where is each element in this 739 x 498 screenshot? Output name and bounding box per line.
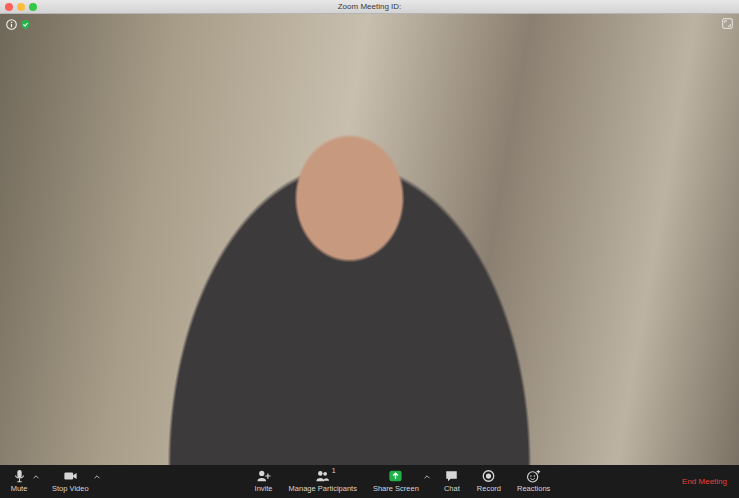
record-button[interactable]: Record (473, 466, 505, 496)
button-label: Reactions (517, 485, 550, 493)
zoom-window: Zoom Meeting ID: Mute Stop Video Invite 1 Man… (0, 0, 739, 498)
menu-chevron-icon[interactable] (32, 473, 40, 481)
button-label: Record (477, 485, 501, 493)
invite-icon (256, 469, 271, 483)
toolbar-group: Invite (251, 466, 277, 496)
meeting-controls: Invite 1 Manage Participants Share Screen Ch… (251, 466, 555, 496)
toolbar-group: Share Screen (369, 466, 431, 496)
end-meeting-button[interactable]: End Meeting (676, 472, 733, 492)
toolbar-group: Stop Video (48, 466, 101, 496)
close-button[interactable] (5, 3, 13, 11)
meeting-toolbar: Mute Stop Video Invite 1 Manage Participants… (0, 465, 739, 498)
participants-button[interactable]: 1 Manage Participants (285, 466, 361, 496)
video-camera-icon (63, 469, 78, 483)
button-label: Mute (11, 485, 28, 493)
video-camera-button[interactable]: Stop Video (48, 466, 93, 496)
participant-count: 1 (332, 467, 336, 475)
button-label: Chat (444, 485, 460, 493)
microphone-icon (12, 469, 27, 483)
menu-chevron-icon[interactable] (93, 473, 101, 481)
window-controls (5, 3, 37, 11)
info-icon[interactable] (6, 19, 17, 30)
minimize-button[interactable] (17, 3, 25, 11)
fullscreen-icon[interactable] (722, 18, 733, 29)
menu-chevron-icon[interactable] (423, 473, 431, 481)
button-label: Stop Video (52, 485, 89, 493)
record-icon (481, 469, 496, 483)
button-label: Manage Participants (289, 485, 357, 493)
participants-icon (315, 469, 330, 483)
toolbar-group: Record (473, 466, 505, 496)
toolbar-group: Chat (439, 466, 465, 496)
share-screen-icon (388, 469, 403, 483)
reactions-button[interactable]: Reactions (513, 466, 554, 496)
toolbar-group: Reactions (513, 466, 554, 496)
toolbar-group: Mute (6, 466, 40, 496)
video-picture (120, 84, 579, 465)
audio-video-controls: Mute Stop Video (6, 466, 101, 496)
window-title: Zoom Meeting ID: (338, 0, 402, 13)
reactions-icon (526, 469, 541, 483)
toolbar-group: 1 Manage Participants (285, 466, 361, 496)
button-label: Invite (255, 485, 273, 493)
video-frame (0, 14, 739, 465)
microphone-button[interactable]: Mute (6, 466, 32, 496)
chat-button[interactable]: Chat (439, 466, 465, 496)
encryption-shield-icon[interactable] (20, 19, 31, 30)
title-bar: Zoom Meeting ID: (0, 0, 739, 14)
invite-button[interactable]: Invite (251, 466, 277, 496)
button-label: Share Screen (373, 485, 419, 493)
chat-icon (444, 469, 459, 483)
zoom-button[interactable] (29, 3, 37, 11)
share-screen-button[interactable]: Share Screen (369, 466, 423, 496)
